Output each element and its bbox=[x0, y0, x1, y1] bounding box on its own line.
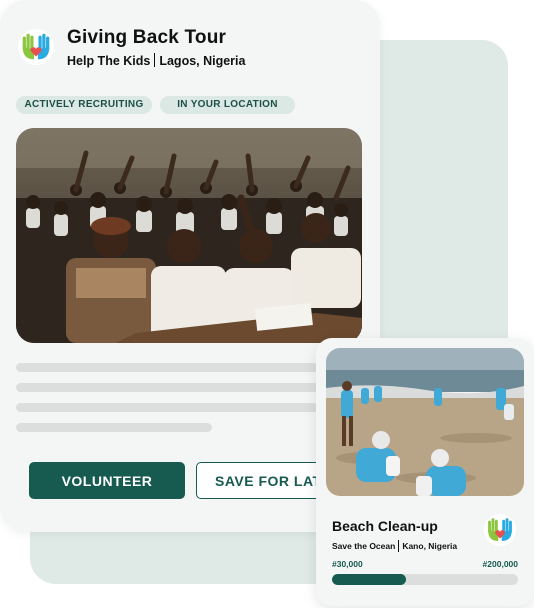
content-placeholder-line bbox=[16, 403, 362, 412]
amount-goal: #200,000 bbox=[482, 559, 518, 569]
beach-photo bbox=[326, 348, 524, 496]
content-placeholder-line bbox=[16, 383, 362, 392]
separator bbox=[154, 53, 156, 67]
hands-heart-icon bbox=[483, 513, 517, 547]
beach-illustration bbox=[326, 348, 524, 496]
card-title: Beach Clean-up bbox=[332, 518, 438, 534]
page-title: Giving Back Tour bbox=[67, 27, 227, 48]
beach-cleanup-card[interactable]: Beach Clean-up Save the Ocean Kano, Niger… bbox=[316, 338, 534, 606]
location-text: Lagos, Nigeria bbox=[159, 54, 246, 68]
tag-actively-recruiting: ACTIVELY RECRUITING bbox=[16, 96, 152, 114]
organization-name: Save the Ocean bbox=[332, 541, 396, 551]
hands-heart-icon bbox=[17, 28, 55, 66]
subtitle: Help The Kids Lagos, Nigeria bbox=[67, 53, 245, 68]
funding-progress-bar bbox=[332, 574, 518, 585]
location-text: Kano, Nigeria bbox=[402, 541, 458, 551]
content-placeholder-line bbox=[16, 423, 212, 432]
amount-raised: #30,000 bbox=[332, 559, 363, 569]
funding-progress-fill bbox=[332, 574, 407, 585]
separator bbox=[398, 540, 400, 552]
classroom-photo bbox=[16, 128, 362, 343]
content-placeholder-line bbox=[16, 363, 362, 372]
organization-name: Help The Kids bbox=[67, 54, 151, 68]
classroom-illustration bbox=[16, 128, 362, 343]
tag-in-your-location: IN YOUR LOCATION bbox=[160, 96, 295, 114]
volunteer-button[interactable]: VOLUNTEER bbox=[29, 462, 185, 499]
card-subtitle: Save the Ocean Kano, Nigeria bbox=[332, 540, 457, 552]
